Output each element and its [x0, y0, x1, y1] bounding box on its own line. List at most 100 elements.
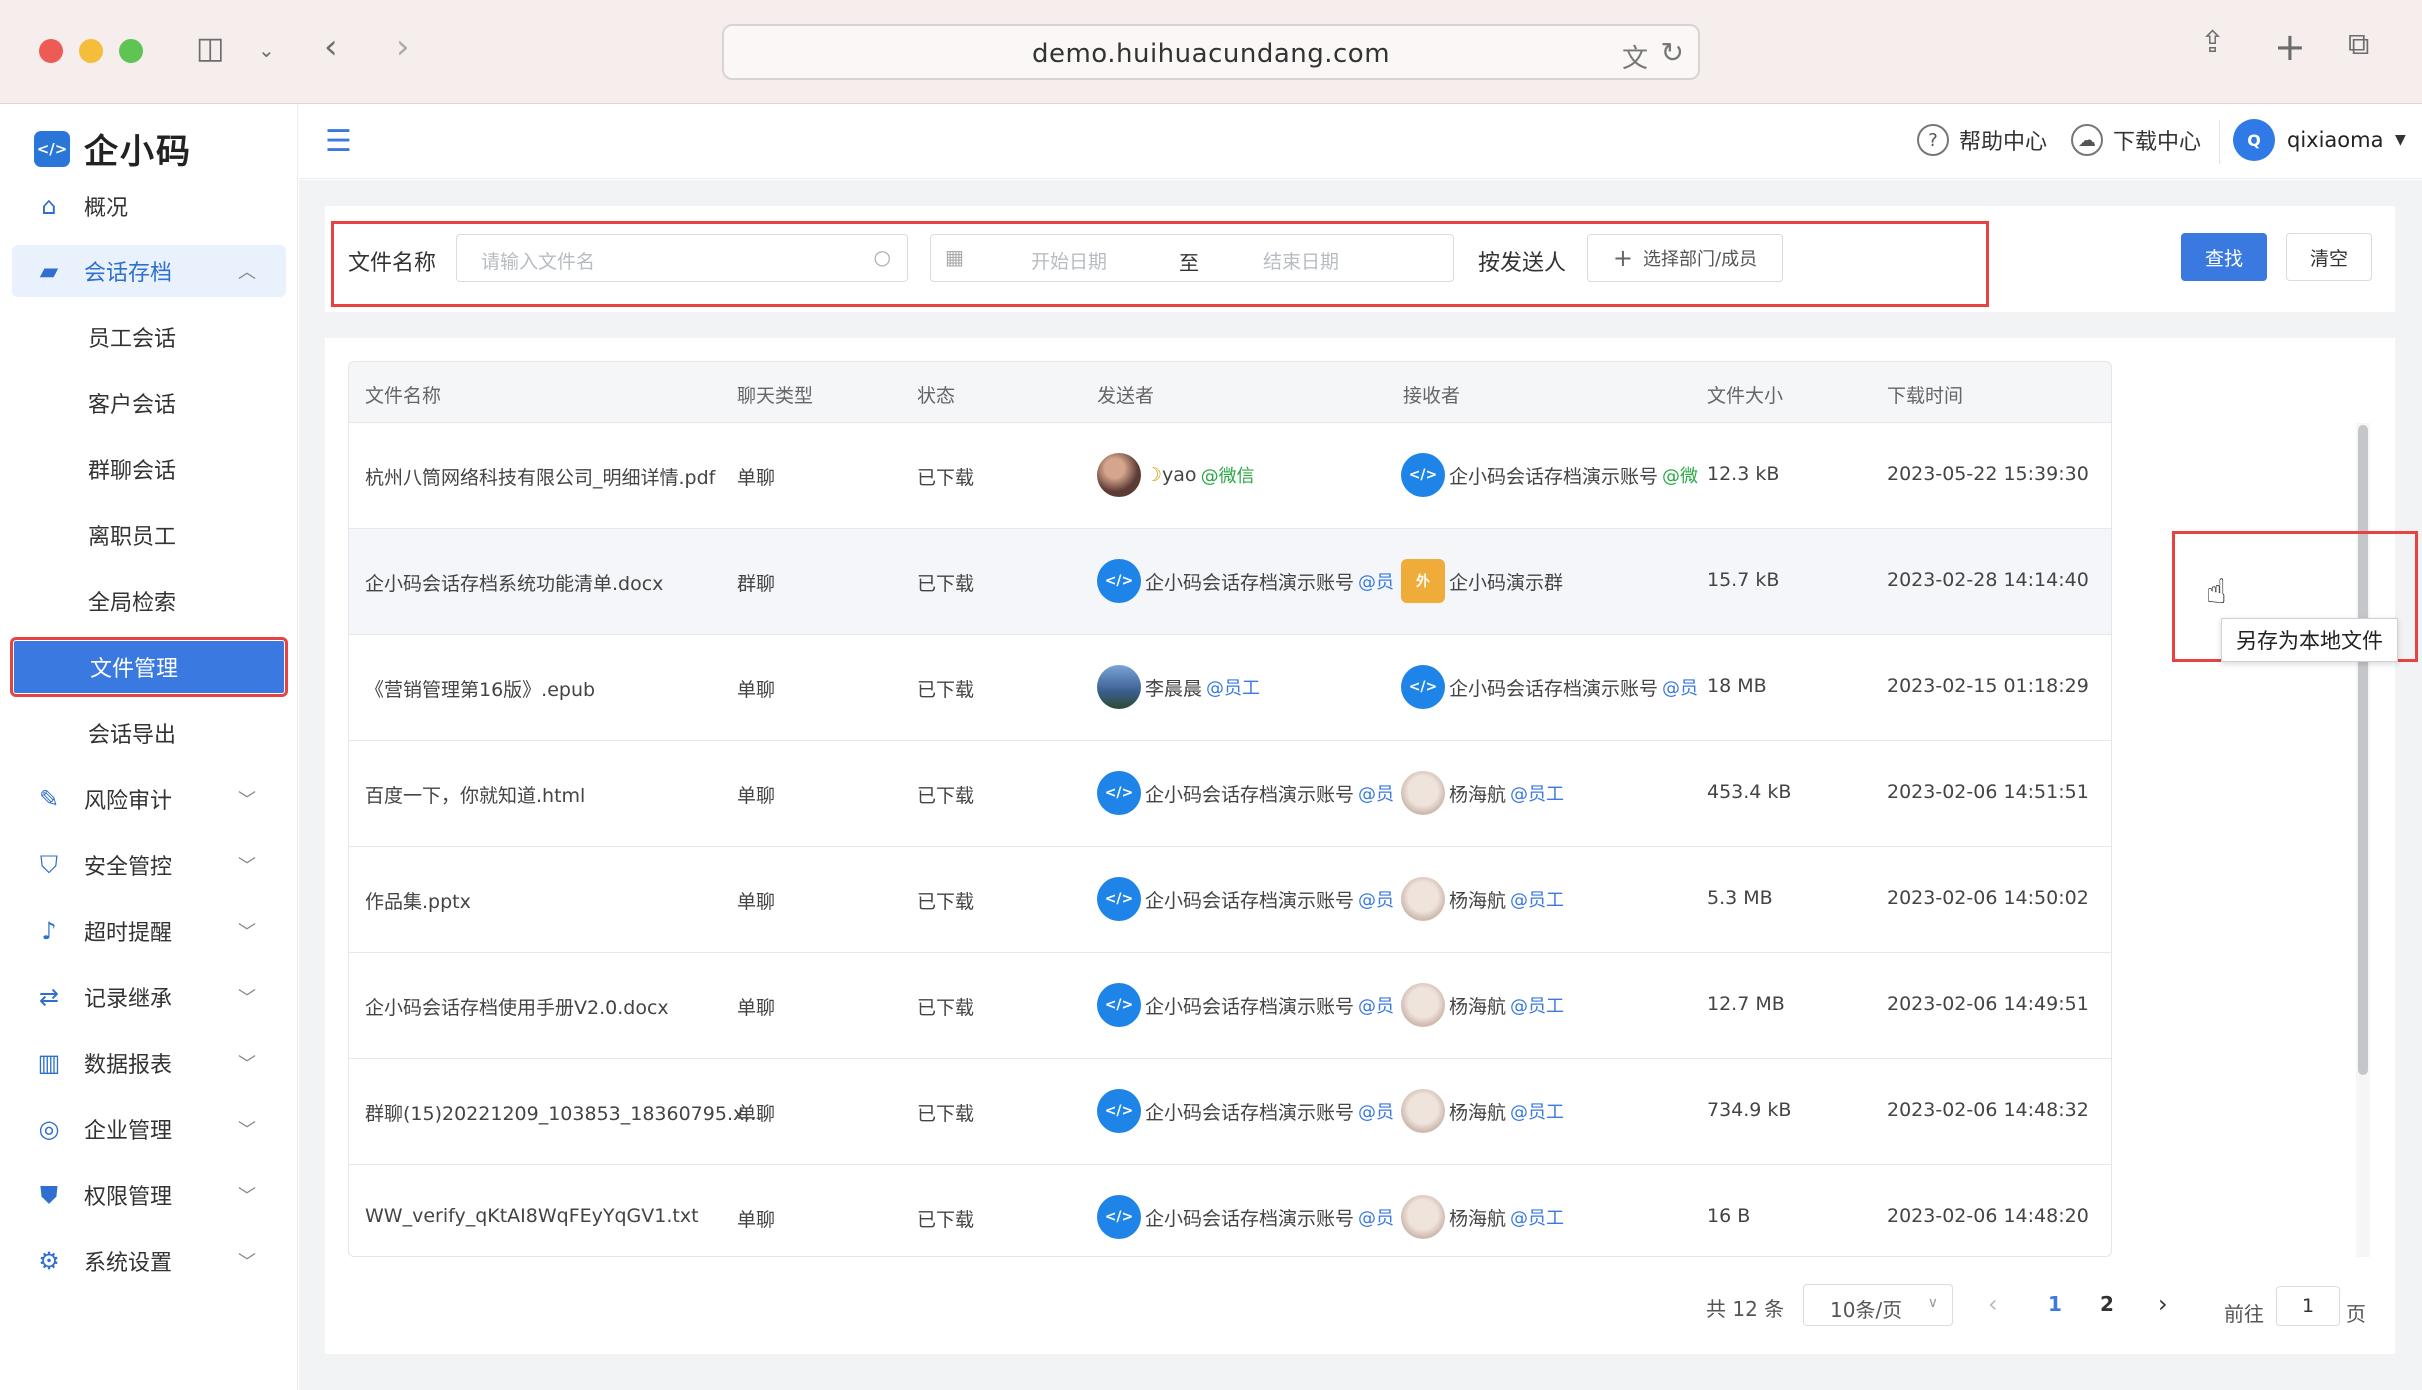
- sidebar-toggle-icon[interactable]: ◫: [196, 34, 224, 64]
- status-cell: 已下载: [917, 467, 975, 489]
- table-row[interactable]: 群聊(15)20221209_103853_18360795.x... 单聊 已…: [349, 1059, 2111, 1165]
- sidebar-item-company-management[interactable]: ◎ 企业管理 ﹀: [12, 1103, 286, 1155]
- maximize-window-button[interactable]: [119, 39, 143, 63]
- new-tab-icon[interactable]: +: [2274, 28, 2306, 66]
- sidebar-item-data-reports[interactable]: ▥ 数据报表 ﹀: [12, 1037, 286, 1089]
- sidebar-item-departed-employees[interactable]: 离职员工: [12, 509, 286, 561]
- sidebar-item-permission-management[interactable]: ⛊ 权限管理 ﹀: [12, 1169, 286, 1221]
- translate-icon[interactable]: 文: [1622, 38, 1648, 75]
- share-icon[interactable]: ⇪: [2200, 28, 2225, 58]
- receiver-cell: 杨海航 @员工: [1401, 877, 1564, 921]
- table-row[interactable]: 企小码会话存档使用手册V2.0.docx 单聊 已下载 </> 企小码会话存档演…: [349, 953, 2111, 1059]
- pagination-total: 共 12 条: [1706, 1297, 1785, 1321]
- file-name-cell: 杭州八筒网络科技有限公司_明细详情.pdf: [365, 467, 716, 489]
- column-header: 聊天类型: [737, 385, 814, 407]
- gear-icon: ⚙: [38, 1247, 60, 1275]
- logo[interactable]: </> 企小码: [34, 124, 192, 173]
- chevron-down-icon[interactable]: ⌄: [258, 40, 275, 60]
- receiver-tag: @员工: [1510, 996, 1565, 1017]
- sidebar-item-session-export[interactable]: 会话导出: [12, 707, 286, 759]
- chevron-down-icon: ∨: [1927, 1295, 1938, 1311]
- chat-type-cell: 单聊: [737, 1103, 776, 1125]
- sender-tag: @员工: [1206, 678, 1261, 699]
- download-center-link[interactable]: ☁ 下载中心: [2071, 124, 2201, 156]
- sidebar-item-record-inheritance[interactable]: ⇄ 记录继承 ﹀: [12, 971, 286, 1023]
- table-row[interactable]: 企小码会话存档系统功能清单.docx 群聊 已下载 </> 企小码会话存档演示账…: [349, 529, 2111, 635]
- sidebar-item-timeout-reminder[interactable]: ♪ 超时提醒 ﹀: [12, 905, 286, 957]
- select-department-member-button[interactable]: + 选择部门/成员: [1587, 234, 1783, 282]
- clear-button[interactable]: 清空: [2286, 233, 2372, 281]
- next-page-icon[interactable]: ›: [2158, 1290, 2168, 1318]
- cloud-download-icon: ☁: [2071, 124, 2103, 156]
- sidebar-item-customer-sessions[interactable]: 客户会话: [12, 377, 286, 429]
- help-center-link[interactable]: ? 帮助中心: [1917, 124, 2047, 156]
- avatar: [1097, 665, 1141, 709]
- sidebar-item-label: 数据报表: [84, 1053, 173, 1078]
- bell-icon: ♪: [41, 917, 57, 945]
- file-name-cell: 企小码会话存档使用手册V2.0.docx: [365, 997, 669, 1019]
- table-row[interactable]: WW_verify_qKtAI8WqFEyYqGV1.txt 单聊 已下载 </…: [349, 1165, 2111, 1256]
- sidebar-item-security-control[interactable]: ⛉ 安全管控 ﹀: [12, 839, 286, 891]
- goto-page-input[interactable]: 1: [2276, 1286, 2340, 1326]
- reload-icon[interactable]: ↻: [1661, 36, 1684, 69]
- folder-icon: ▰: [39, 257, 59, 285]
- sender-tag: @员: [1358, 1208, 1395, 1229]
- sidebar-item-system-settings[interactable]: ⚙ 系统设置 ﹀: [12, 1235, 286, 1287]
- sidebar-item-file-management[interactable]: 文件管理: [10, 637, 288, 697]
- forward-icon[interactable]: ›: [396, 30, 410, 64]
- status-cell: 已下载: [917, 785, 975, 807]
- chat-type-cell: 单聊: [737, 785, 776, 807]
- chat-type-cell: 群聊: [737, 573, 776, 595]
- download-time-cell: 2023-02-06 14:51:51: [1887, 781, 2089, 803]
- sender-cell: </> 企小码会话存档演示账号 @员: [1097, 771, 1394, 815]
- prev-page-icon[interactable]: ‹: [1988, 1290, 1998, 1318]
- files-table: 文件名称 聊天类型 状态 发送者 接收者 文件大小 下载时间 操作 杭州八筒网络…: [348, 361, 2112, 1257]
- page-size-select[interactable]: 10条/页 ∨: [1803, 1284, 1953, 1326]
- chevron-up-icon: ︿: [238, 262, 256, 283]
- receiver-tag: @员工: [1510, 890, 1565, 911]
- table-row[interactable]: 百度一下，你就知道.html 单聊 已下载 </> 企小码会话存档演示账号 @员…: [349, 741, 2111, 847]
- caret-down-icon[interactable]: ▼: [2395, 132, 2406, 148]
- permission-icon: ⛊: [40, 1181, 58, 1209]
- username[interactable]: qixiaoma: [2287, 128, 2383, 152]
- sidebar-item-employee-sessions[interactable]: 员工会话: [12, 311, 286, 363]
- table-header: 文件名称 聊天类型 状态 发送者 接收者 文件大小 下载时间 操作: [349, 362, 2111, 423]
- chevron-down-icon: ﹀: [238, 790, 256, 811]
- file-size-cell: 734.9 kB: [1707, 1099, 1792, 1121]
- sender-name: 企小码会话存档演示账号: [1145, 571, 1355, 594]
- table-scrollbar-thumb[interactable]: [2358, 425, 2368, 1075]
- date-range-picker[interactable]: ▦ 开始日期 至 结束日期: [930, 234, 1454, 282]
- sidebar-item-group-sessions[interactable]: 群聊会话: [12, 443, 286, 495]
- avatar: [1401, 877, 1445, 921]
- table-row[interactable]: 作品集.pptx 单聊 已下载 </> 企小码会话存档演示账号 @员 杨海航 @…: [349, 847, 2111, 953]
- column-header: 接收者: [1403, 385, 1461, 407]
- brand-avatar-icon: </>: [1097, 1089, 1141, 1133]
- minimize-window-button[interactable]: [79, 39, 103, 63]
- sidebar-item-label: 会话存档: [84, 261, 173, 286]
- status-cell: 已下载: [917, 891, 975, 913]
- table-row[interactable]: 杭州八筒网络科技有限公司_明细详情.pdf 单聊 已下载 ☽ yao @微信 <…: [349, 423, 2111, 529]
- collapse-menu-icon[interactable]: ☰: [325, 124, 352, 159]
- close-window-button[interactable]: [39, 39, 63, 63]
- sidebar-item-session-archive[interactable]: ▰ 会话存档 ︿: [12, 245, 286, 297]
- brand-avatar-icon: </>: [1097, 1195, 1141, 1239]
- sidebar-item-overview[interactable]: ⌂ 概况: [12, 180, 286, 232]
- sender-cell: </> 企小码会话存档演示账号 @员: [1097, 877, 1394, 921]
- address-bar[interactable]: demo.huihuacundang.com 文 ↻: [722, 24, 1700, 80]
- page-2[interactable]: 2: [2100, 1292, 2114, 1316]
- sidebar-item-global-search[interactable]: 全局检索: [12, 575, 286, 627]
- file-name-input[interactable]: 请输入文件名 ○: [456, 234, 908, 282]
- avatar: [1401, 983, 1445, 1027]
- back-icon[interactable]: ‹: [324, 30, 338, 64]
- page-1[interactable]: 1: [2048, 1292, 2062, 1316]
- tab-overview-icon[interactable]: ⧉: [2348, 30, 2369, 60]
- column-header: 发送者: [1097, 385, 1155, 407]
- file-name-cell: 《营销管理第16版》.epub: [365, 679, 596, 701]
- search-icon: ○: [873, 245, 891, 269]
- sidebar-item-risk-audit[interactable]: ✎ 风险审计 ﹀: [12, 773, 286, 825]
- sender-tag: @员: [1358, 784, 1395, 805]
- table-row[interactable]: 《营销管理第16版》.epub 单聊 已下载 李晨晨 @员工 </> 企小码会话…: [349, 635, 2111, 741]
- avatar[interactable]: Q: [2233, 119, 2275, 161]
- search-button[interactable]: 查找: [2181, 233, 2267, 281]
- receiver-tag: @员工: [1510, 1102, 1565, 1123]
